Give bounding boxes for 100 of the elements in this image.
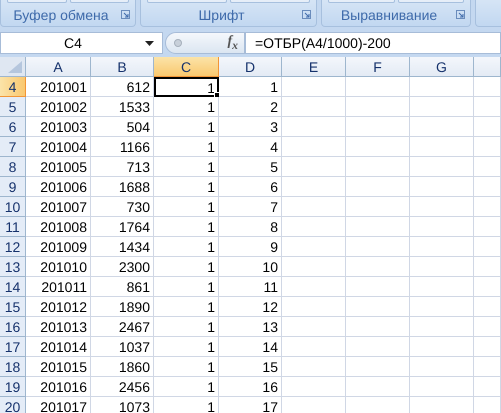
table-cell <box>410 177 474 197</box>
table-cell: 1 <box>154 237 219 257</box>
table-cell: 730 <box>91 197 154 217</box>
resize-handle-icon[interactable] <box>174 39 182 47</box>
table-cell <box>410 117 474 137</box>
table-cell: 1 <box>219 77 282 97</box>
table-cell <box>346 357 410 377</box>
group-label: Выравнивание <box>340 7 438 25</box>
table-cell: 1890 <box>91 297 154 317</box>
table-cell: 201008 <box>26 217 91 237</box>
table-cell <box>410 217 474 237</box>
table-cell <box>410 277 474 297</box>
table-cell <box>410 77 474 97</box>
table-cell <box>282 297 346 317</box>
dialog-launcher-icon[interactable] <box>302 10 311 19</box>
table-cell <box>474 177 501 197</box>
row-header[interactable]: 10 <box>0 197 26 217</box>
table-cell <box>282 97 346 117</box>
table-cell <box>410 137 474 157</box>
table-cell: 10 <box>219 257 282 277</box>
row-header[interactable]: 12 <box>0 237 26 257</box>
table-cell <box>282 117 346 137</box>
group-label: Буфер обмена <box>12 7 110 25</box>
name-box[interactable]: C4 <box>0 32 163 54</box>
column-header[interactable]: C <box>154 57 219 77</box>
table-cell <box>474 237 501 257</box>
dialog-launcher-icon[interactable] <box>121 10 130 19</box>
table-cell: 713 <box>91 157 154 177</box>
table-cell <box>410 297 474 317</box>
table-cell <box>474 357 501 377</box>
table-cell <box>474 377 501 397</box>
table-cell: 14 <box>219 337 282 357</box>
row-header[interactable]: 18 <box>0 357 26 377</box>
table-cell: 2467 <box>91 317 154 337</box>
table-cell: 1 <box>154 297 219 317</box>
table-cell: 861 <box>91 277 154 297</box>
table-cell: 201013 <box>26 317 91 337</box>
table-cell <box>346 177 410 197</box>
table-cell <box>410 197 474 217</box>
row-header[interactable]: 15 <box>0 297 26 317</box>
table-cell <box>346 197 410 217</box>
row-header[interactable]: 17 <box>0 337 26 357</box>
table-cell <box>346 337 410 357</box>
table-cell <box>410 397 474 413</box>
row-header[interactable]: 13 <box>0 257 26 277</box>
column-header[interactable]: B <box>91 57 154 77</box>
table-cell: 1 <box>154 217 219 237</box>
column-header[interactable]: A <box>26 57 91 77</box>
insert-function-button[interactable]: f$_{x}$ <box>228 34 238 52</box>
table-cell: 1 <box>154 117 219 137</box>
row-header[interactable]: 7 <box>0 137 26 157</box>
row-header[interactable]: 19 <box>0 377 26 397</box>
table-cell: 2 <box>219 97 282 117</box>
table-cell: 612 <box>91 77 154 97</box>
table-cell <box>474 337 501 357</box>
table-cell: 201009 <box>26 237 91 257</box>
table-cell <box>410 317 474 337</box>
column-header[interactable]: E <box>282 57 346 77</box>
table-cell: 1 <box>154 137 219 157</box>
table-cell <box>282 277 346 297</box>
row-header[interactable]: 6 <box>0 117 26 137</box>
table-cell <box>282 337 346 357</box>
table-cell <box>346 377 410 397</box>
column-header[interactable]: F <box>346 57 410 77</box>
table-cell <box>282 257 346 277</box>
table-cell: 1 <box>154 337 219 357</box>
table-cell: 11 <box>219 277 282 297</box>
row-header[interactable]: 14 <box>0 277 26 297</box>
table-cell <box>410 157 474 177</box>
table-cell: 1533 <box>91 97 154 117</box>
dropdown-arrow-icon[interactable] <box>145 40 154 46</box>
row-header[interactable]: 9 <box>0 177 26 197</box>
table-cell: 13 <box>219 317 282 337</box>
table-cell: 15 <box>219 357 282 377</box>
row-header[interactable]: 20 <box>0 397 26 413</box>
table-cell <box>282 357 346 377</box>
table-cell <box>346 257 410 277</box>
table-cell <box>346 297 410 317</box>
row-header[interactable]: 11 <box>0 217 26 237</box>
table-cell: 8 <box>219 217 282 237</box>
row-header[interactable]: 4 <box>0 77 26 97</box>
formula-field[interactable]: =ОТБР(A4/1000)-200 <box>245 32 501 54</box>
dialog-launcher-icon[interactable] <box>456 10 465 19</box>
table-cell <box>282 317 346 337</box>
column-header[interactable]: G <box>410 57 474 77</box>
row-header[interactable]: 16 <box>0 317 26 337</box>
table-cell <box>474 257 501 277</box>
table-cell: 3 <box>219 117 282 137</box>
table-cell <box>346 317 410 337</box>
column-header[interactable]: D <box>219 57 282 77</box>
row-header[interactable]: 5 <box>0 97 26 117</box>
table-cell <box>474 217 501 237</box>
table-cell: 1 <box>154 257 219 277</box>
table-cell <box>410 337 474 357</box>
row-header[interactable]: 8 <box>0 157 26 177</box>
table-cell: 201017 <box>26 397 91 413</box>
table-cell: 201014 <box>26 337 91 357</box>
table-cell: 17 <box>219 397 282 413</box>
table-cell: 6 <box>219 177 282 197</box>
table-cell <box>410 357 474 377</box>
